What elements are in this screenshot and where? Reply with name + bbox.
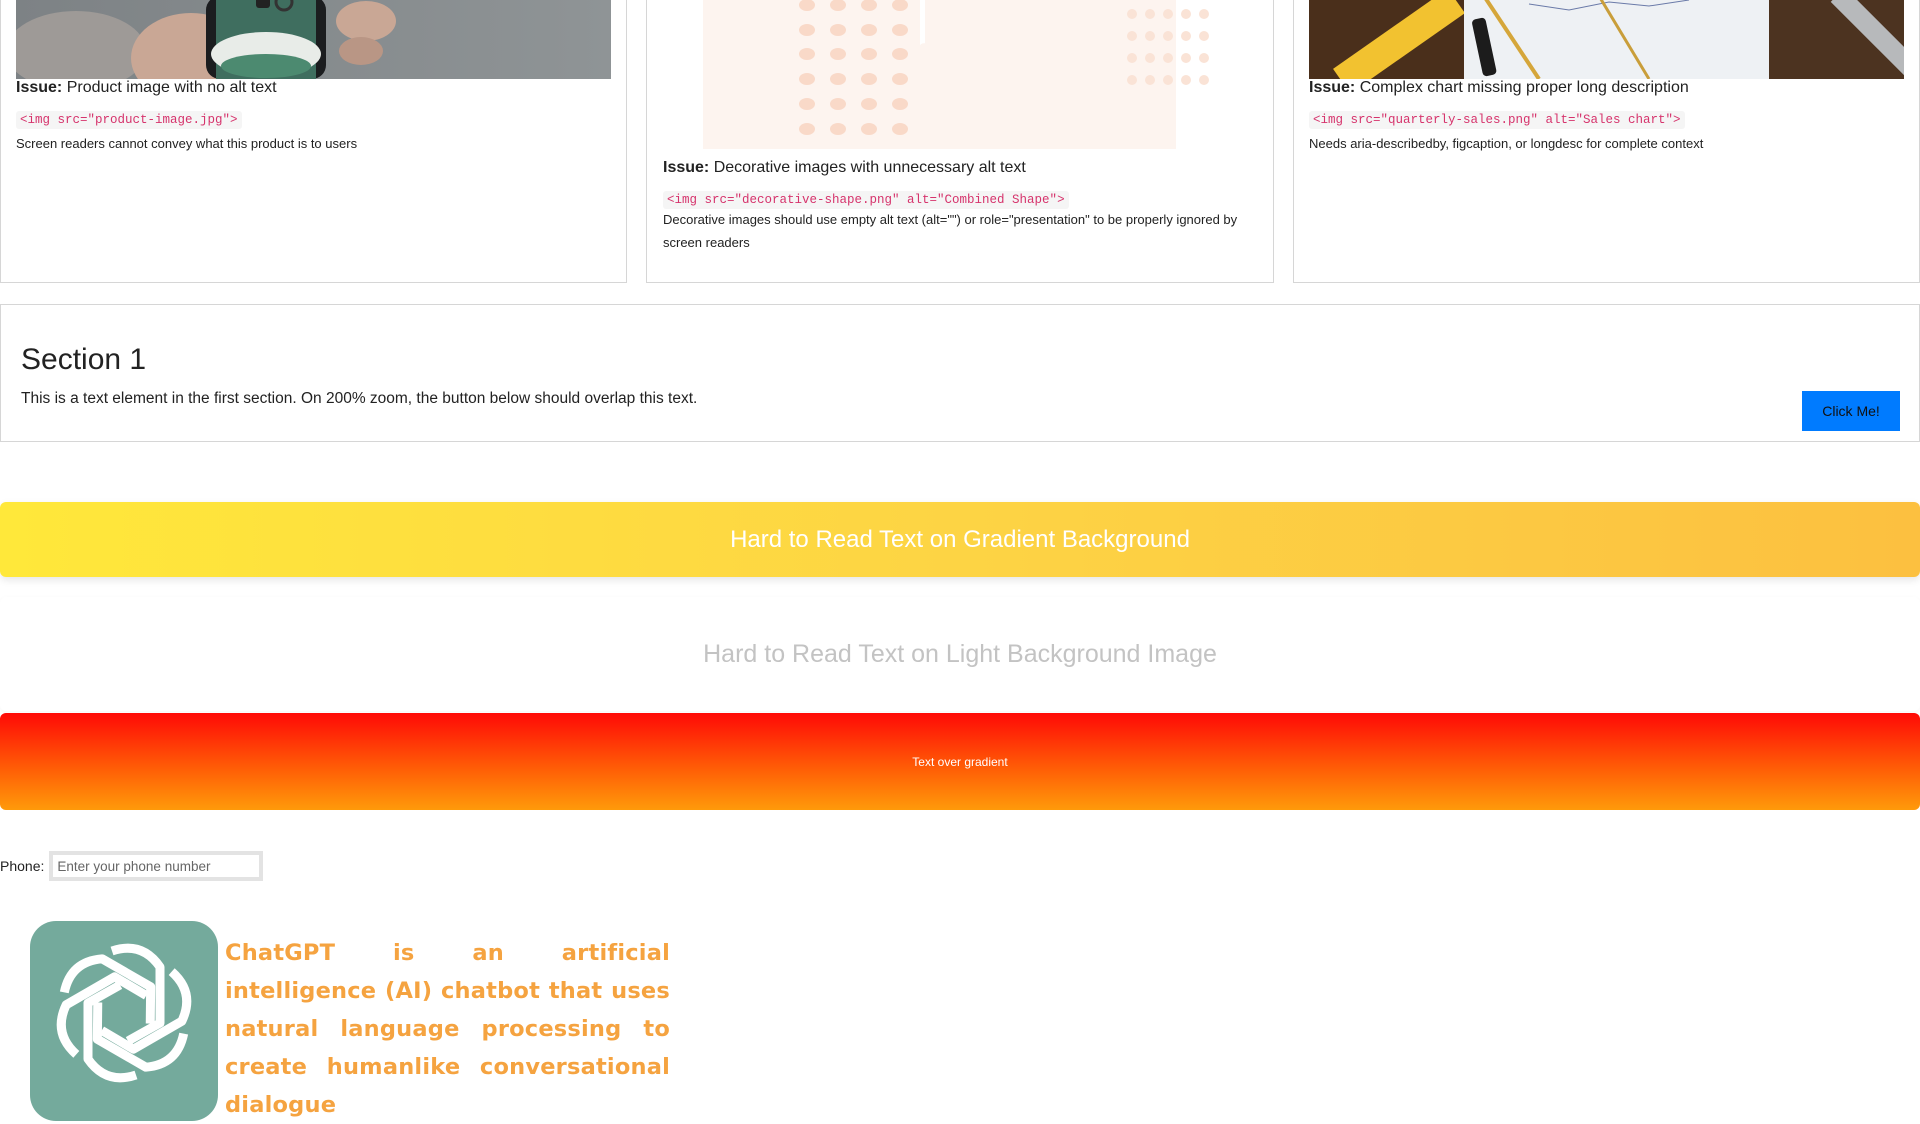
chart-desk-photo <box>1309 0 1904 79</box>
issue-line: Issue: Complex chart missing proper long… <box>1309 79 1689 97</box>
gradient-banner: Hard to Read Text on Gradient Background <box>0 502 1920 577</box>
chatgpt-logo-icon <box>30 921 218 1121</box>
code-snippet: <img src="product-image.jpg"> <box>16 111 242 129</box>
issue-label: Issue: <box>663 159 710 176</box>
chatgpt-description: ChatGPT is an artificial intelligence (A… <box>225 940 670 1118</box>
issue-description: Decorative images should use empty alt t… <box>663 212 1238 250</box>
code-snippet: <img src="decorative-shape.png" alt="Com… <box>663 191 1069 209</box>
section-1: Section 1 This is a text element in the … <box>0 304 1920 442</box>
section-text: This is a text element in the first sect… <box>21 390 698 407</box>
gradient-banner-text: Hard to Read Text on Gradient Background <box>730 525 1190 553</box>
light-background-banner: Hard to Read Text on Light Background Im… <box>0 597 1920 711</box>
red-gradient-banner: Text over gradient <box>0 713 1920 810</box>
issue-description: Screen readers cannot convey what this p… <box>16 136 358 151</box>
issue-description: Needs aria-describedby, figcaption, or l… <box>1309 136 1704 151</box>
phone-field-row: Phone: <box>0 851 264 881</box>
issue-card-complex-chart: Issue: Complex chart missing proper long… <box>1293 0 1920 283</box>
issue-label: Issue: <box>1309 79 1356 96</box>
issue-cards: Issue: Product image with no alt text <i… <box>0 0 1920 284</box>
product-photo <box>16 0 611 79</box>
issue-line: Issue: Decorative images with unnecessar… <box>663 159 1026 177</box>
issue-text: Decorative images with unnecessary alt t… <box>713 159 1026 176</box>
light-banner-text: Hard to Read Text on Light Background Im… <box>703 639 1217 668</box>
phone-label: Phone: <box>0 858 45 874</box>
issue-label: Issue: <box>16 79 63 96</box>
red-banner-text: Text over gradient <box>912 754 1008 769</box>
issue-text: Complex chart missing proper long descri… <box>1359 79 1689 96</box>
issue-card-decorative-image: Issue: Decorative images with unnecessar… <box>646 0 1274 283</box>
phone-input[interactable] <box>49 851 264 881</box>
issue-text: Product image with no alt text <box>66 79 277 96</box>
code-snippet: <img src="quarterly-sales.png" alt="Sale… <box>1309 111 1685 129</box>
click-me-button[interactable]: Click Me! <box>1802 391 1900 431</box>
issue-line: Issue: Product image with no alt text <box>16 79 277 97</box>
section-title: Section 1 <box>21 343 147 376</box>
issue-card-product-image: Issue: Product image with no alt text <i… <box>0 0 627 283</box>
decorative-shape-image <box>703 0 1219 149</box>
